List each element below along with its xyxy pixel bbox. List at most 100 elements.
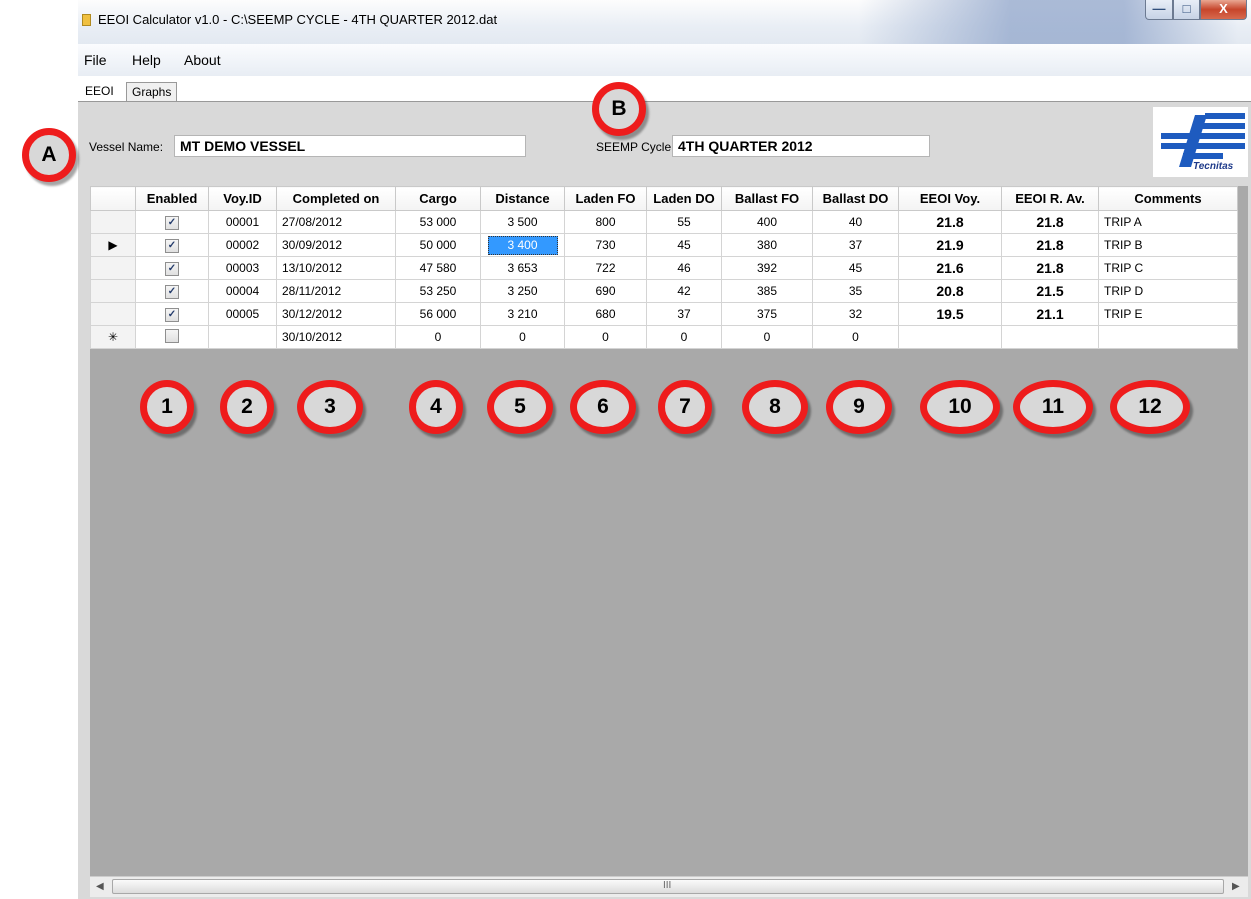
cell-completed[interactable]: 27/08/2012 — [276, 210, 396, 234]
col-laden-fo[interactable]: Laden FO — [564, 186, 647, 211]
cell-distance[interactable]: 3 400 — [480, 233, 565, 257]
cell-eeoi-voy[interactable]: 21.6 — [898, 256, 1002, 280]
cell-voy-id[interactable]: 00002 — [208, 233, 277, 257]
cell-laden-do[interactable]: 0 — [646, 325, 722, 349]
col-voy-id[interactable]: Voy.ID — [208, 186, 277, 211]
menu-help[interactable]: Help — [132, 52, 161, 68]
checkbox-unchecked-icon[interactable] — [165, 328, 179, 343]
tab-graphs[interactable]: Graphs — [126, 82, 178, 102]
cell-laden-do[interactable]: 45 — [646, 233, 722, 257]
scroll-right-icon[interactable]: ▶ — [1232, 881, 1240, 892]
cell-eeoi-avg[interactable] — [1001, 325, 1099, 349]
cell-eeoi-avg[interactable]: 21.8 — [1001, 256, 1099, 280]
cell-eeoi-avg[interactable]: 21.8 — [1001, 210, 1099, 234]
checkbox-checked-icon[interactable]: ✓ — [165, 239, 179, 253]
checkbox-checked-icon[interactable]: ✓ — [165, 216, 179, 230]
col-ballast-fo[interactable]: Ballast FO — [721, 186, 813, 211]
cell-completed[interactable]: 13/10/2012 — [276, 256, 396, 280]
row-selector[interactable] — [90, 210, 136, 234]
cell-laden-do[interactable]: 46 — [646, 256, 722, 280]
cell-laden-fo[interactable]: 730 — [564, 233, 647, 257]
col-eeoi-r-av[interactable]: EEOI R. Av. — [1001, 186, 1099, 211]
cell-comments[interactable]: TRIP A — [1098, 210, 1238, 234]
enabled-cell[interactable]: ✓ — [135, 233, 209, 257]
cell-cargo[interactable]: 47 580 — [395, 256, 481, 280]
cell-completed[interactable]: 30/10/2012 — [276, 325, 396, 349]
col-laden-do[interactable]: Laden DO — [646, 186, 722, 211]
col-cargo[interactable]: Cargo — [395, 186, 481, 211]
cell-laden-do[interactable]: 42 — [646, 279, 722, 303]
grid-row[interactable]: ✓ 00004 28/11/2012 53 250 3 250 690 42 385 35 20.… — [90, 279, 1238, 303]
col-comments[interactable]: Comments — [1098, 186, 1238, 211]
col-ballast-do[interactable]: Ballast DO — [812, 186, 899, 211]
cell-voy-id[interactable] — [208, 325, 277, 349]
cell-completed[interactable]: 30/09/2012 — [276, 233, 396, 257]
menu-file[interactable]: File — [84, 52, 107, 68]
cell-laden-do[interactable]: 37 — [646, 302, 722, 326]
checkbox-checked-icon[interactable]: ✓ — [165, 308, 179, 322]
grid-row[interactable]: ✳ 30/10/2012 0 0 0 0 0 0 — [90, 325, 1238, 349]
cell-ballast-fo[interactable]: 375 — [721, 302, 813, 326]
col-completed-on[interactable]: Completed on — [276, 186, 396, 211]
cell-voy-id[interactable]: 00001 — [208, 210, 277, 234]
cell-voy-id[interactable]: 00005 — [208, 302, 277, 326]
cell-laden-do[interactable]: 55 — [646, 210, 722, 234]
cell-distance[interactable]: 3 500 — [480, 210, 565, 234]
cell-distance[interactable]: 0 — [480, 325, 565, 349]
grid-row[interactable]: ✓ 00005 30/12/2012 56 000 3 210 680 37 375 32 19.… — [90, 302, 1238, 326]
grid-row[interactable]: ✓ 00001 27/08/2012 53 000 3 500 800 55 400 40 21.… — [90, 210, 1238, 234]
cell-ballast-fo[interactable]: 380 — [721, 233, 813, 257]
cell-laden-fo[interactable]: 722 — [564, 256, 647, 280]
scroll-left-icon[interactable]: ◀ — [96, 881, 104, 892]
cell-comments[interactable]: TRIP D — [1098, 279, 1238, 303]
cell-cargo[interactable]: 50 000 — [395, 233, 481, 257]
selected-cell-value[interactable]: 3 400 — [487, 235, 558, 255]
checkbox-checked-icon[interactable]: ✓ — [165, 262, 179, 276]
cell-ballast-fo[interactable]: 385 — [721, 279, 813, 303]
cell-ballast-do[interactable]: 35 — [812, 279, 899, 303]
cell-completed[interactable]: 30/12/2012 — [276, 302, 396, 326]
enabled-cell[interactable]: ✓ — [135, 256, 209, 280]
scroll-thumb[interactable]: III — [112, 879, 1224, 894]
cell-comments[interactable]: TRIP B — [1098, 233, 1238, 257]
row-selector[interactable] — [90, 256, 136, 280]
seemp-cycle-input[interactable]: 4TH QUARTER 2012 — [672, 135, 930, 157]
grid-row[interactable]: ✓ 00003 13/10/2012 47 580 3 653 722 46 392 45 21.… — [90, 256, 1238, 280]
cell-cargo[interactable]: 53 250 — [395, 279, 481, 303]
row-selector[interactable]: ▶ — [90, 233, 136, 257]
cell-ballast-do[interactable]: 45 — [812, 256, 899, 280]
cell-cargo[interactable]: 56 000 — [395, 302, 481, 326]
row-selector[interactable]: ✳ — [90, 325, 136, 349]
cell-laden-fo[interactable]: 680 — [564, 302, 647, 326]
menu-about[interactable]: About — [184, 52, 221, 68]
cell-laden-fo[interactable]: 800 — [564, 210, 647, 234]
col-eeoi-voy[interactable]: EEOI Voy. — [898, 186, 1002, 211]
tab-eeoi[interactable]: EEOI — [80, 82, 119, 102]
cell-eeoi-avg[interactable]: 21.1 — [1001, 302, 1099, 326]
cell-laden-fo[interactable]: 0 — [564, 325, 647, 349]
cell-ballast-do[interactable]: 37 — [812, 233, 899, 257]
cell-ballast-do[interactable]: 32 — [812, 302, 899, 326]
col-enabled[interactable]: Enabled — [135, 186, 209, 211]
vessel-name-input[interactable]: MT DEMO VESSEL — [174, 135, 526, 157]
enabled-cell[interactable]: ✓ — [135, 302, 209, 326]
cell-distance[interactable]: 3 250 — [480, 279, 565, 303]
cell-comments[interactable] — [1098, 325, 1238, 349]
row-selector[interactable] — [90, 279, 136, 303]
cell-eeoi-avg[interactable]: 21.8 — [1001, 233, 1099, 257]
enabled-cell[interactable] — [135, 325, 209, 349]
cell-voy-id[interactable]: 00004 — [208, 279, 277, 303]
row-selector[interactable] — [90, 302, 136, 326]
minimize-button[interactable]: — — [1145, 0, 1173, 20]
horizontal-scrollbar[interactable]: ◀ III ▶ — [90, 876, 1248, 897]
cell-ballast-do[interactable]: 40 — [812, 210, 899, 234]
cell-voy-id[interactable]: 00003 — [208, 256, 277, 280]
cell-comments[interactable]: TRIP E — [1098, 302, 1238, 326]
cell-eeoi-voy[interactable]: 20.8 — [898, 279, 1002, 303]
cell-eeoi-voy[interactable]: 21.8 — [898, 210, 1002, 234]
cell-distance[interactable]: 3 210 — [480, 302, 565, 326]
close-button[interactable]: X — [1200, 0, 1247, 20]
cell-eeoi-avg[interactable]: 21.5 — [1001, 279, 1099, 303]
checkbox-checked-icon[interactable]: ✓ — [165, 285, 179, 299]
cell-eeoi-voy[interactable]: 19.5 — [898, 302, 1002, 326]
